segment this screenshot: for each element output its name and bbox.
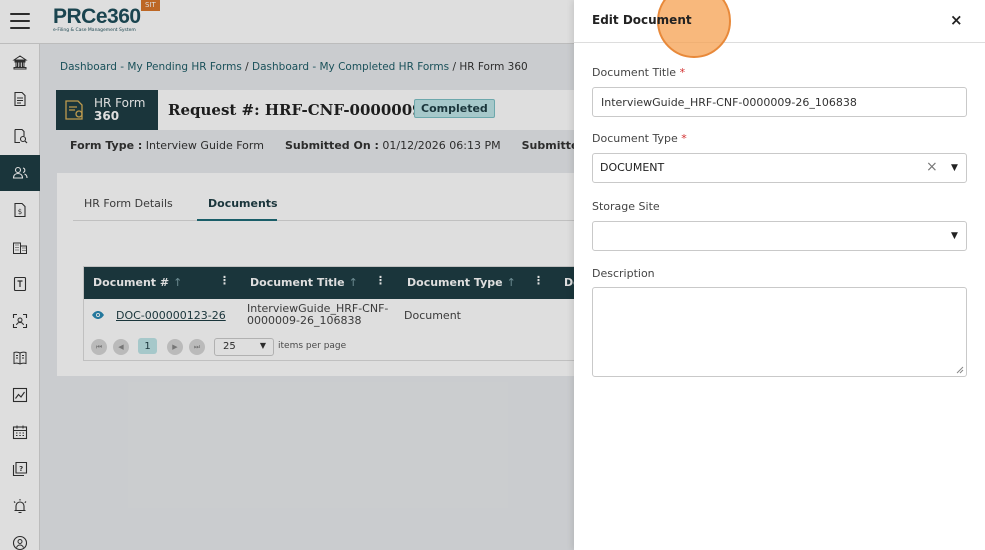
click-highlight — [657, 0, 731, 58]
required-mark: * — [679, 66, 686, 79]
label-text: Document Type — [592, 132, 678, 145]
document-title-input[interactable] — [592, 87, 967, 117]
description-label: Description — [592, 267, 655, 280]
modal-backdrop[interactable] — [0, 0, 574, 550]
edit-document-drawer: Edit Document × Document Title * Documen… — [574, 0, 985, 550]
label-text: Document Title — [592, 66, 677, 79]
description-textarea[interactable] — [592, 287, 967, 377]
chevron-down-icon[interactable]: ▼ — [951, 163, 958, 173]
drawer-header: Edit Document × — [574, 0, 985, 58]
close-icon[interactable]: × — [950, 11, 964, 29]
document-type-select[interactable]: DOCUMENT × ▼ — [592, 153, 967, 183]
storage-site-label: Storage Site — [592, 200, 660, 213]
document-type-value: DOCUMENT — [600, 161, 665, 174]
document-title-label: Document Title * — [592, 66, 685, 79]
chevron-down-icon[interactable]: ▼ — [951, 231, 958, 241]
storage-site-select[interactable]: ▼ — [592, 221, 967, 251]
clear-icon[interactable]: × — [926, 159, 938, 175]
drawer-title: Edit Document — [592, 13, 692, 27]
required-mark: * — [681, 132, 687, 145]
resize-handle-icon[interactable] — [956, 366, 964, 374]
document-type-label: Document Type * — [592, 132, 687, 145]
